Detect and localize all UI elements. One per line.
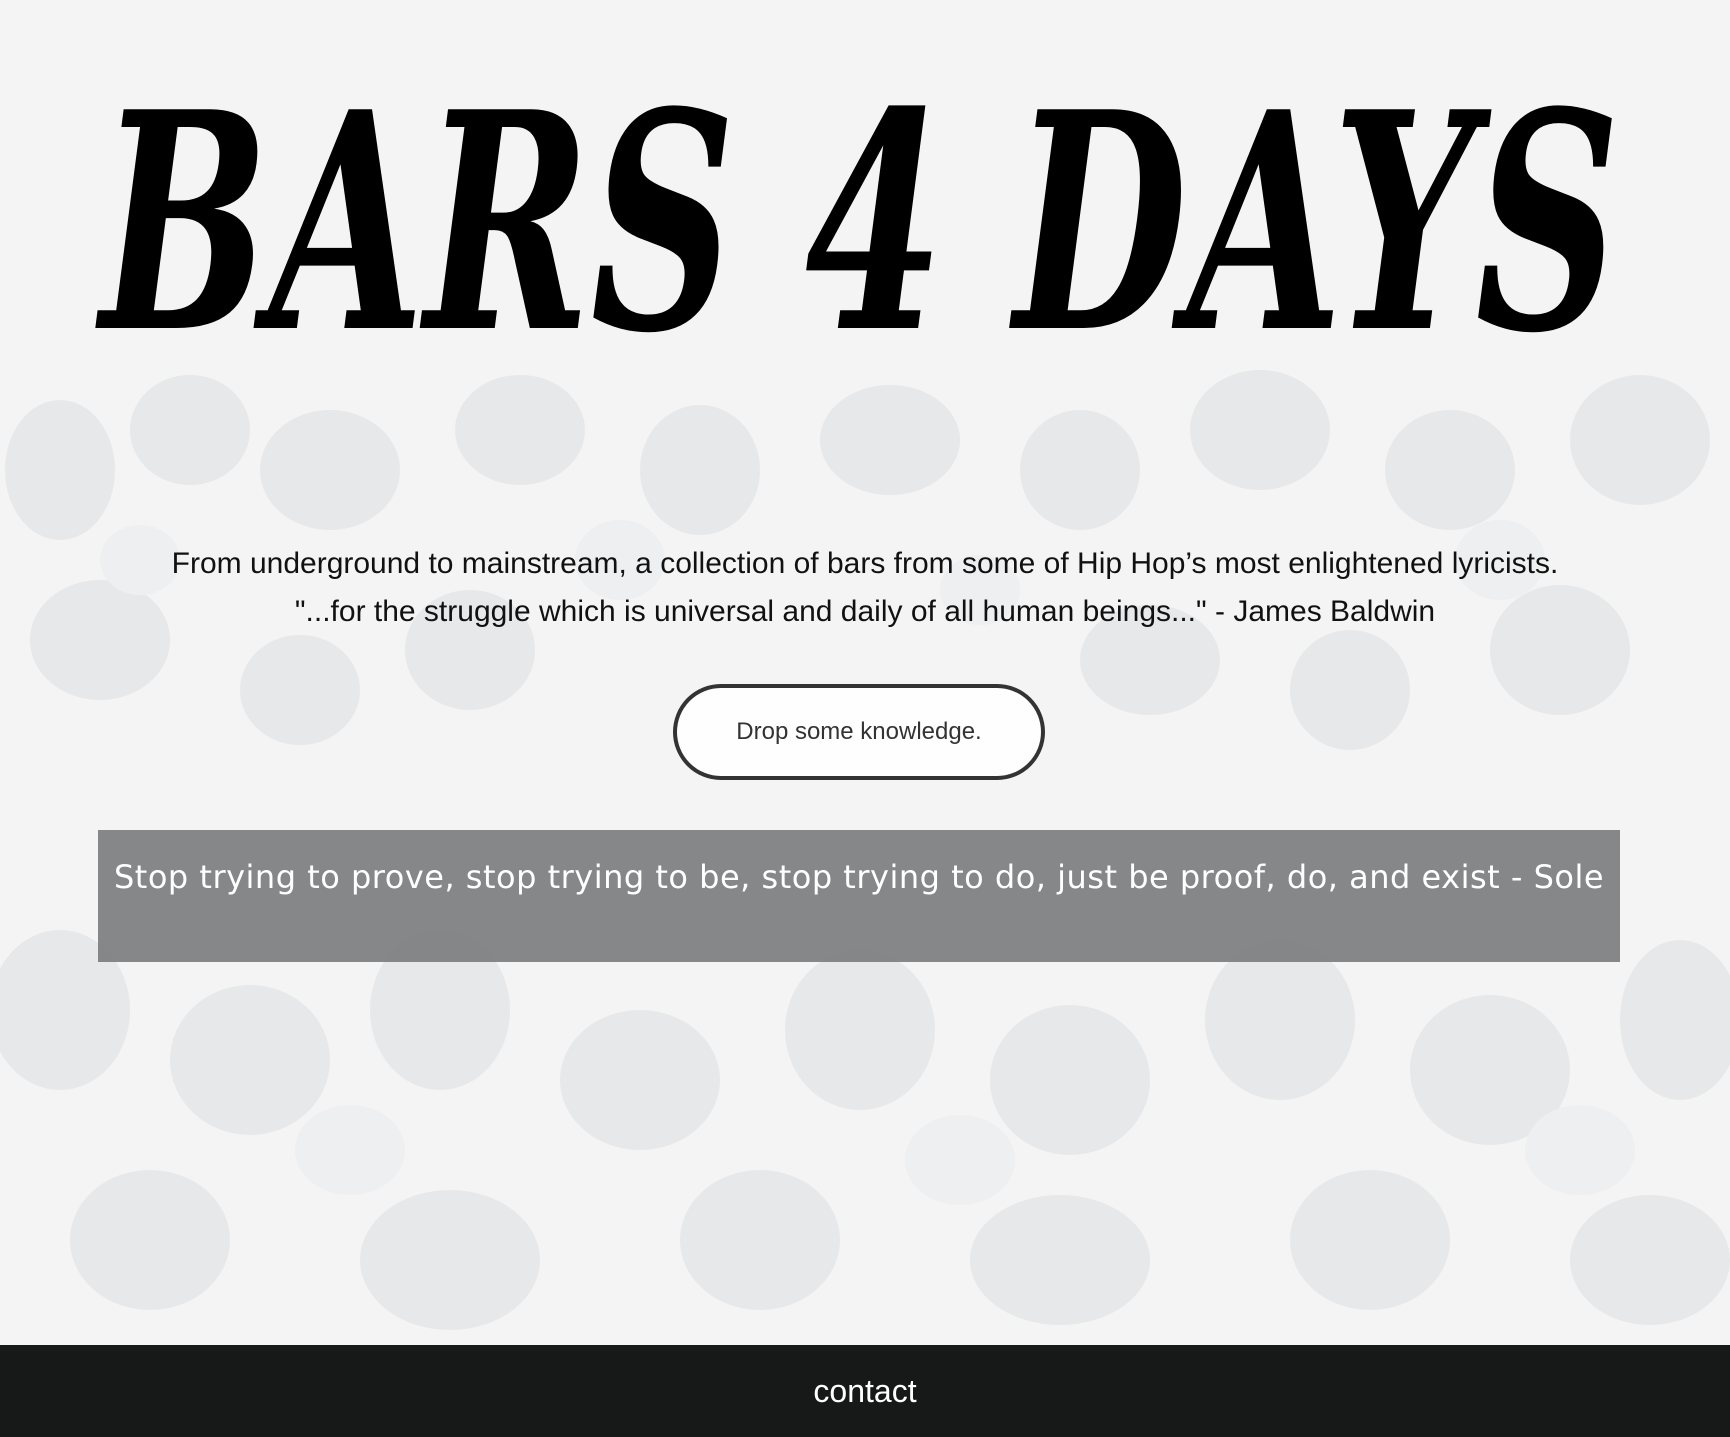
- featured-quote-text: Stop trying to prove, stop trying to be,…: [113, 858, 1605, 896]
- footer: contact: [0, 1345, 1730, 1437]
- intro-tagline: From underground to mainstream, a collec…: [171, 547, 1559, 580]
- contact-link[interactable]: contact: [813, 1373, 916, 1410]
- intro-quote: "...for the struggle which is universal …: [294, 595, 1436, 628]
- site-title-text: BARS 4 DAYS: [94, 46, 1620, 399]
- site-title-graphic: BARS 4 DAYS: [94, 46, 1620, 399]
- page: BARS 4 DAYS From underground to mainstre…: [0, 0, 1730, 1437]
- site-title-logo: BARS 4 DAYS: [80, 28, 1640, 408]
- intro-text: From underground to mainstream, a collec…: [0, 540, 1730, 636]
- drop-knowledge-button[interactable]: Drop some knowledge.: [673, 684, 1045, 780]
- featured-quote-panel: Stop trying to prove, stop trying to be,…: [98, 830, 1620, 962]
